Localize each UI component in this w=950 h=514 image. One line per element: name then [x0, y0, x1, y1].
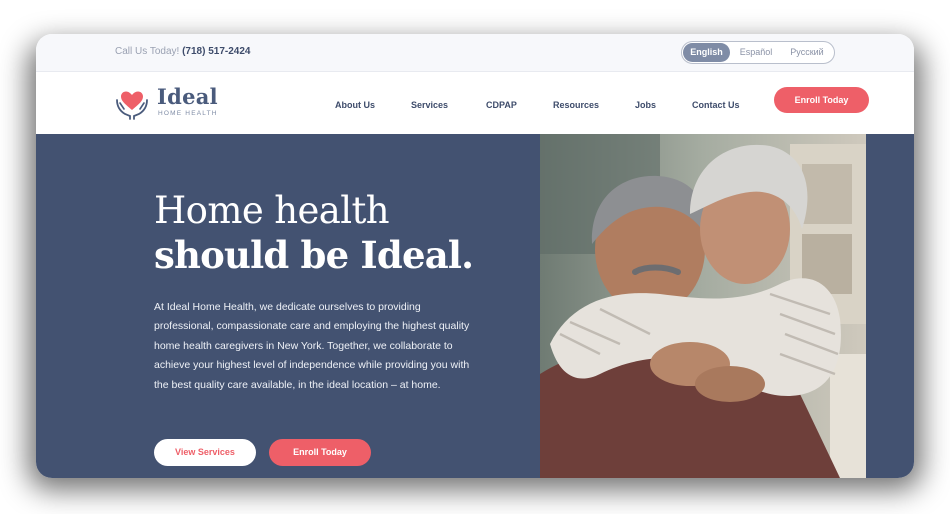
elderly-couple-photo-illustration: [540, 134, 866, 478]
lang-espanol[interactable]: Español: [732, 43, 780, 62]
view-services-button[interactable]: View Services: [154, 439, 256, 466]
hero-headline-line2: should be Ideal.: [154, 233, 474, 277]
utility-bar: Call Us Today! (718) 517-2424 English Es…: [36, 34, 914, 72]
phone-link[interactable]: (718) 517-2424: [182, 46, 250, 57]
call-us-text: Call Us Today! (718) 517-2424: [115, 46, 250, 57]
enroll-today-hero-button[interactable]: Enroll Today: [269, 439, 371, 466]
hero-description: At Ideal Home Health, we dedicate oursel…: [154, 301, 470, 391]
enroll-today-nav-button[interactable]: Enroll Today: [774, 87, 869, 113]
nav-jobs[interactable]: Jobs: [635, 100, 656, 110]
language-switcher: English Español Русский: [681, 41, 835, 64]
nav-services[interactable]: Services: [411, 100, 448, 110]
logo-wordmark[interactable]: Ideal: [157, 84, 218, 109]
website-frame: Call Us Today! (718) 517-2424 English Es…: [36, 34, 914, 478]
lang-russian[interactable]: Русский: [782, 43, 832, 62]
logo-subtitle: HOME HEALTH: [158, 110, 218, 117]
hero-headline-line1: Home health: [154, 189, 390, 232]
lang-english[interactable]: English: [683, 43, 730, 62]
nav-cdpap[interactable]: CDPAP: [486, 100, 517, 110]
hero-section: Home health should be Ideal. At Ideal Ho…: [36, 134, 914, 478]
nav-resources[interactable]: Resources: [553, 100, 599, 110]
hero-photo: [540, 134, 866, 478]
main-navbar: Ideal HOME HEALTH About Us Services CDPA…: [36, 72, 914, 134]
nav-about-us[interactable]: About Us: [335, 100, 375, 110]
heart-in-hands-icon[interactable]: [115, 86, 149, 120]
nav-contact-us[interactable]: Contact Us: [692, 100, 740, 110]
call-label: Call Us Today!: [115, 46, 180, 57]
